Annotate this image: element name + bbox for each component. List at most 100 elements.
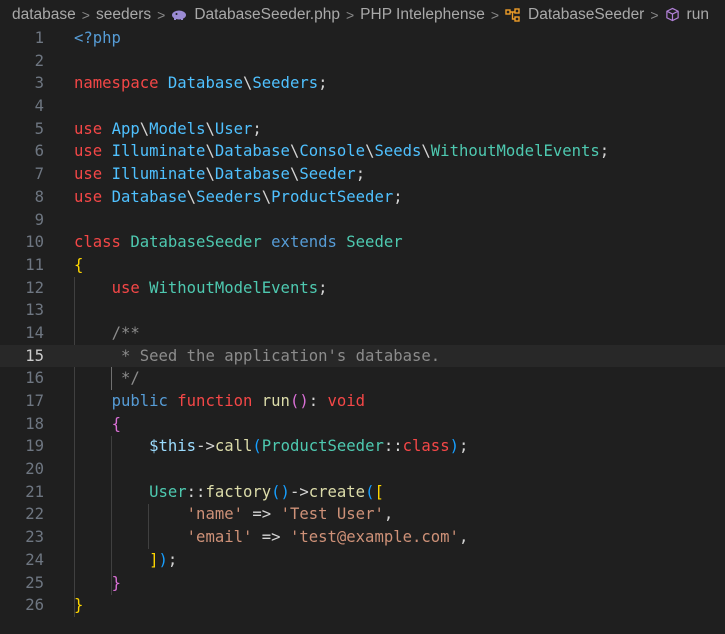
breadcrumb-item-intelephense[interactable]: PHP Intelephense: [360, 6, 485, 24]
line-number: 12: [25, 278, 44, 297]
code-token: \: [205, 119, 215, 138]
code-token: ,: [458, 528, 469, 547]
code-line[interactable]: 25 }: [0, 572, 725, 595]
code-token: use: [74, 142, 112, 161]
code-token: $this: [149, 437, 197, 456]
code-line[interactable]: 4: [0, 95, 725, 118]
code-text: use App\Models\User;: [74, 118, 262, 141]
code-editor[interactable]: 1 <?php 2 3 namespace Database\Seeders; 4 5 use…: [0, 27, 725, 617]
code-text: 'name' => 'Test User',: [74, 503, 394, 526]
code-line[interactable]: 15 * Seed the application's database.: [0, 344, 725, 368]
code-line[interactable]: 1 <?php: [0, 27, 725, 50]
breadcrumb-label: DatabaseSeeder: [528, 5, 645, 23]
line-number: 25: [25, 573, 44, 592]
code-line[interactable]: 26}: [0, 594, 725, 617]
code-token: ;: [318, 278, 328, 297]
code-token: \: [289, 165, 300, 184]
code-token: \: [186, 187, 197, 206]
line-number: 21: [25, 482, 44, 501]
code-token: Seeds: [374, 142, 422, 161]
code-line[interactable]: 19 $this->call(ProductSeeder::class);: [0, 435, 725, 458]
code-token: WithoutModelEvents: [430, 142, 600, 161]
code-token: Illuminate: [111, 165, 206, 184]
code-text: 'email' => 'test@example.com',: [74, 526, 469, 549]
line-number: 3: [34, 74, 44, 93]
code-token: <?php: [74, 29, 121, 47]
code-token: class: [74, 233, 131, 252]
breadcrumb-item-database[interactable]: database: [12, 6, 76, 24]
breadcrumb-item-file[interactable]: DatabaseSeeder.php: [171, 6, 340, 24]
code-text: use Database\Seeders\ProductSeeder;: [74, 186, 403, 209]
line-number: 17: [25, 392, 44, 410]
line-number: 26: [25, 596, 44, 615]
code-token: {: [111, 414, 121, 433]
code-token: }: [111, 573, 121, 592]
code-text: /**: [74, 322, 140, 345]
code-line[interactable]: 12 use WithoutModelEvents;: [0, 277, 725, 300]
line-number: 1: [34, 29, 44, 47]
code-line[interactable]: 9: [0, 209, 725, 232]
code-token: */: [111, 369, 140, 388]
line-number: 9: [34, 210, 44, 229]
code-line[interactable]: 2: [0, 50, 725, 73]
breadcrumb-label: seeders: [95, 5, 152, 23]
code-line[interactable]: 20: [0, 458, 725, 481]
line-number: 13: [25, 301, 44, 320]
code-line[interactable]: 3 namespace Database\Seeders;: [0, 72, 725, 95]
code-line[interactable]: 21 User::factory()->create([: [0, 481, 725, 504]
code-token: Console: [299, 142, 366, 161]
code-token: void: [327, 392, 366, 410]
code-token: 'email': [186, 528, 253, 547]
line-number: 10: [25, 233, 44, 252]
code-text: }: [74, 594, 83, 617]
code-text: $this->call(ProductSeeder::class);: [74, 435, 468, 458]
code-token: \: [261, 187, 272, 206]
line-number: 23: [25, 528, 44, 547]
code-token: class: [402, 437, 450, 456]
breadcrumb-label: DatabaseSeeder.php: [194, 5, 340, 23]
line-number: 6: [34, 142, 44, 161]
code-line[interactable]: 16 */: [0, 367, 725, 390]
code-token: factory: [205, 482, 272, 501]
code-line[interactable]: 17 public function run(): void: [0, 390, 725, 413]
breadcrumb-label: run: [686, 5, 709, 23]
code-line[interactable]: 18 {: [0, 413, 725, 436]
breadcrumb-item-seeders[interactable]: seeders: [96, 6, 151, 24]
code-token: ProductSeeder: [261, 437, 384, 456]
code-token: use: [111, 278, 150, 297]
code-line[interactable]: 22 'name' => 'Test User',: [0, 503, 725, 526]
code-text: use WithoutModelEvents;: [74, 277, 328, 300]
code-token: Database: [214, 165, 290, 184]
code-token: Seeders: [252, 74, 319, 93]
code-line[interactable]: 11 {: [0, 254, 725, 277]
code-token: \: [205, 165, 215, 184]
code-line[interactable]: 13: [0, 299, 725, 322]
code-line[interactable]: 8 use Database\Seeders\ProductSeeder;: [0, 186, 725, 209]
code-line[interactable]: 14 /**: [0, 322, 725, 345]
code-line[interactable]: 6 use Illuminate\Database\Console\Seeds\W…: [0, 140, 725, 163]
line-number: 2: [34, 51, 44, 70]
php-elephant-icon: [171, 9, 187, 21]
code-line[interactable]: 24 ]);: [0, 549, 725, 572]
line-number: 8: [34, 187, 44, 206]
code-token: /**: [111, 323, 140, 342]
code-token: ;: [167, 550, 178, 569]
code-line[interactable]: 23 'email' => 'test@example.com',: [0, 526, 725, 549]
code-line[interactable]: 7 use Illuminate\Database\Seeder;: [0, 163, 725, 186]
code-token: 'name': [186, 505, 244, 524]
code-text: * Seed the application's database.: [74, 345, 440, 368]
breadcrumb-item-class[interactable]: DatabaseSeeder: [505, 6, 644, 24]
breadcrumb-label: database: [12, 5, 76, 23]
code-line[interactable]: 5 use App\Models\User;: [0, 118, 725, 141]
code-line[interactable]: 10 class DatabaseSeeder extends Seeder: [0, 231, 725, 254]
code-token: (): [271, 482, 290, 501]
breadcrumb-item-method[interactable]: run: [665, 6, 709, 24]
